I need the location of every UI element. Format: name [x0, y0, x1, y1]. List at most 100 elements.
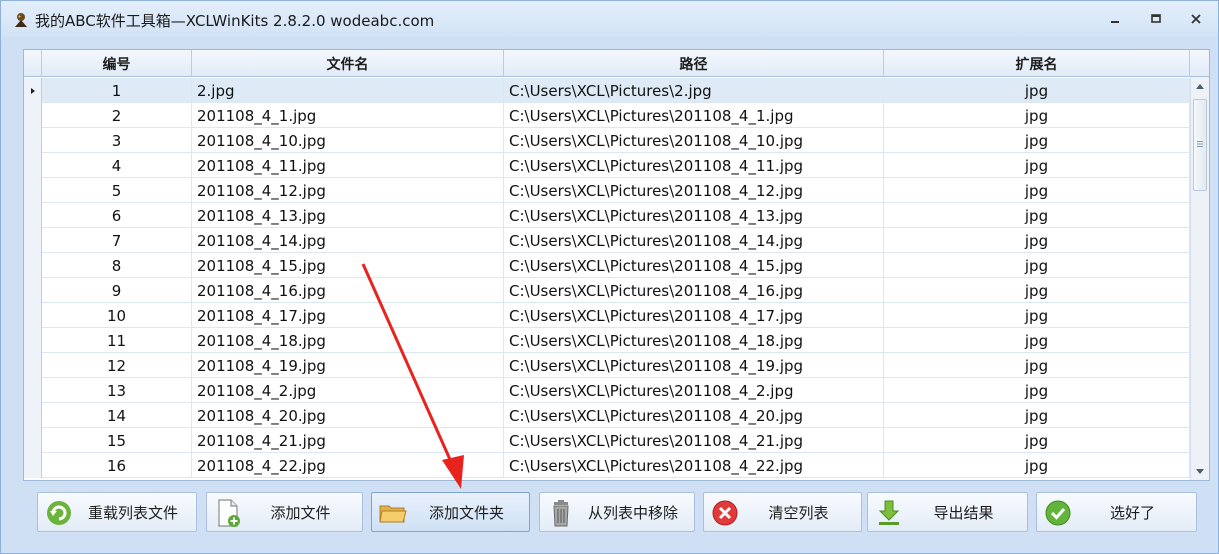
cell-extension[interactable]: jpg	[884, 453, 1190, 478]
cell-filename[interactable]: 201108_4_1.jpg	[192, 103, 504, 128]
cell-number[interactable]: 3	[42, 128, 192, 153]
row-header[interactable]	[24, 103, 42, 128]
table-row[interactable]: 9 201108_4_16.jpg C:\Users\XCL\Pictures\20…	[24, 278, 1190, 303]
minimize-button[interactable]	[1101, 9, 1129, 29]
cell-number[interactable]: 11	[42, 328, 192, 353]
scroll-thumb[interactable]	[1193, 99, 1207, 191]
table-row[interactable]: 7 201108_4_14.jpg C:\Users\XCL\Pictures\20…	[24, 228, 1190, 253]
row-header[interactable]	[24, 428, 42, 453]
cell-path[interactable]: C:\Users\XCL\Pictures\201108_4_22.jpg	[504, 453, 884, 478]
cell-filename[interactable]: 2.jpg	[192, 78, 504, 103]
cell-extension[interactable]: jpg	[884, 403, 1190, 428]
column-header-number[interactable]: 编号	[42, 50, 192, 77]
cell-extension[interactable]: jpg	[884, 103, 1190, 128]
row-header[interactable]	[24, 303, 42, 328]
cell-number[interactable]: 1	[42, 78, 192, 103]
table-row[interactable]: 6 201108_4_13.jpg C:\Users\XCL\Pictures\20…	[24, 203, 1190, 228]
row-header[interactable]	[24, 453, 42, 478]
table-row[interactable]: 13 201108_4_2.jpg C:\Users\XCL\Pictures\20…	[24, 378, 1190, 403]
table-row[interactable]: 12 201108_4_19.jpg C:\Users\XCL\Pictures\2…	[24, 353, 1190, 378]
cell-number[interactable]: 15	[42, 428, 192, 453]
cell-path[interactable]: C:\Users\XCL\Pictures\201108_4_11.jpg	[504, 153, 884, 178]
cell-extension[interactable]: jpg	[884, 353, 1190, 378]
cell-path[interactable]: C:\Users\XCL\Pictures\201108_4_2.jpg	[504, 378, 884, 403]
cell-extension[interactable]: jpg	[884, 203, 1190, 228]
remove-from-list-button[interactable]: 从列表中移除	[539, 492, 695, 532]
scroll-down-icon[interactable]	[1195, 468, 1205, 476]
cell-extension[interactable]: jpg	[884, 78, 1190, 103]
cell-extension[interactable]: jpg	[884, 378, 1190, 403]
cell-path[interactable]: C:\Users\XCL\Pictures\201108_4_13.jpg	[504, 203, 884, 228]
cell-filename[interactable]: 201108_4_14.jpg	[192, 228, 504, 253]
cell-extension[interactable]: jpg	[884, 228, 1190, 253]
cell-number[interactable]: 9	[42, 278, 192, 303]
row-header[interactable]	[24, 153, 42, 178]
cell-number[interactable]: 4	[42, 153, 192, 178]
cell-path[interactable]: C:\Users\XCL\Pictures\201108_4_12.jpg	[504, 178, 884, 203]
cell-extension[interactable]: jpg	[884, 253, 1190, 278]
column-header-path[interactable]: 路径	[504, 50, 884, 77]
column-header-extension[interactable]: 扩展名	[884, 50, 1190, 77]
row-header[interactable]	[24, 328, 42, 353]
cell-number[interactable]: 5	[42, 178, 192, 203]
cell-filename[interactable]: 201108_4_10.jpg	[192, 128, 504, 153]
cell-path[interactable]: C:\Users\XCL\Pictures\201108_4_14.jpg	[504, 228, 884, 253]
row-header[interactable]	[24, 253, 42, 278]
cell-extension[interactable]: jpg	[884, 178, 1190, 203]
cell-filename[interactable]: 201108_4_13.jpg	[192, 203, 504, 228]
vertical-scrollbar[interactable]	[1190, 77, 1209, 480]
cell-path[interactable]: C:\Users\XCL\Pictures\201108_4_1.jpg	[504, 103, 884, 128]
row-header[interactable]	[24, 228, 42, 253]
reload-list-button[interactable]: 重载列表文件	[37, 492, 197, 532]
cell-extension[interactable]: jpg	[884, 428, 1190, 453]
cell-extension[interactable]: jpg	[884, 328, 1190, 353]
row-header[interactable]	[24, 128, 42, 153]
cell-path[interactable]: C:\Users\XCL\Pictures\201108_4_19.jpg	[504, 353, 884, 378]
cell-number[interactable]: 6	[42, 203, 192, 228]
row-header[interactable]	[24, 178, 42, 203]
row-header[interactable]	[24, 278, 42, 303]
cell-number[interactable]: 8	[42, 253, 192, 278]
table-row[interactable]: 8 201108_4_15.jpg C:\Users\XCL\Pictures\20…	[24, 253, 1190, 278]
cell-path[interactable]: C:\Users\XCL\Pictures\201108_4_21.jpg	[504, 428, 884, 453]
cell-extension[interactable]: jpg	[884, 303, 1190, 328]
cell-number[interactable]: 2	[42, 103, 192, 128]
cell-filename[interactable]: 201108_4_12.jpg	[192, 178, 504, 203]
table-row[interactable]: 14 201108_4_20.jpg C:\Users\XCL\Pictures\2…	[24, 403, 1190, 428]
add-folder-button[interactable]: 添加文件夹	[371, 492, 530, 532]
cell-extension[interactable]: jpg	[884, 278, 1190, 303]
table-row[interactable]: 1 2.jpg C:\Users\XCL\Pictures\2.jpg jpg	[24, 78, 1190, 103]
export-results-button[interactable]: 导出结果	[867, 492, 1028, 532]
add-file-button[interactable]: 添加文件	[206, 492, 363, 532]
clear-list-button[interactable]: 清空列表	[703, 492, 862, 532]
cell-number[interactable]: 16	[42, 453, 192, 478]
scroll-up-icon[interactable]	[1195, 82, 1205, 90]
table-row[interactable]: 16 201108_4_22.jpg C:\Users\XCL\Pictures\2…	[24, 453, 1190, 478]
cell-path[interactable]: C:\Users\XCL\Pictures\2.jpg	[504, 78, 884, 103]
cell-path[interactable]: C:\Users\XCL\Pictures\201108_4_17.jpg	[504, 303, 884, 328]
table-row[interactable]: 10 201108_4_17.jpg C:\Users\XCL\Pictures\2…	[24, 303, 1190, 328]
cell-extension[interactable]: jpg	[884, 153, 1190, 178]
cell-path[interactable]: C:\Users\XCL\Pictures\201108_4_16.jpg	[504, 278, 884, 303]
cell-path[interactable]: C:\Users\XCL\Pictures\201108_4_18.jpg	[504, 328, 884, 353]
cell-number[interactable]: 7	[42, 228, 192, 253]
cell-path[interactable]: C:\Users\XCL\Pictures\201108_4_20.jpg	[504, 403, 884, 428]
row-header[interactable]	[24, 378, 42, 403]
maximize-button[interactable]	[1142, 9, 1170, 29]
close-button[interactable]	[1182, 9, 1210, 29]
cell-path[interactable]: C:\Users\XCL\Pictures\201108_4_15.jpg	[504, 253, 884, 278]
cell-number[interactable]: 14	[42, 403, 192, 428]
row-header[interactable]	[24, 203, 42, 228]
table-row[interactable]: 11 201108_4_18.jpg C:\Users\XCL\Pictures\2…	[24, 328, 1190, 353]
done-button[interactable]: 选好了	[1036, 492, 1197, 532]
row-header[interactable]	[24, 353, 42, 378]
table-row[interactable]: 5 201108_4_12.jpg C:\Users\XCL\Pictures\20…	[24, 178, 1190, 203]
column-header-filename[interactable]: 文件名	[192, 50, 504, 77]
table-row[interactable]: 4 201108_4_11.jpg C:\Users\XCL\Pictures\20…	[24, 153, 1190, 178]
cell-number[interactable]: 13	[42, 378, 192, 403]
cell-extension[interactable]: jpg	[884, 128, 1190, 153]
cell-number[interactable]: 10	[42, 303, 192, 328]
file-grid[interactable]: 编号 文件名 路径 扩展名 1 2.jpg C:\Users\XCL\Picture…	[23, 49, 1210, 481]
cell-path[interactable]: C:\Users\XCL\Pictures\201108_4_10.jpg	[504, 128, 884, 153]
table-row[interactable]: 2 201108_4_1.jpg C:\Users\XCL\Pictures\201…	[24, 103, 1190, 128]
